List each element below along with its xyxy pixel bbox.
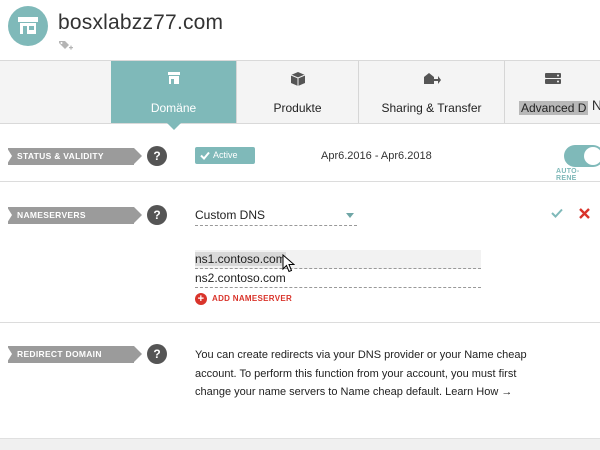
add-plus-icon: + bbox=[195, 293, 207, 305]
tab-advanced-dns[interactable]: Advanced D N bbox=[504, 61, 600, 123]
tab-products[interactable]: Produkte bbox=[236, 61, 358, 123]
redirect-help-icon[interactable]: ? bbox=[147, 344, 167, 364]
tab-advanced-dns-label: Advanced D bbox=[519, 101, 589, 115]
redirect-description: You can create redirects via your DNS pr… bbox=[195, 346, 540, 402]
nameserver-2-input[interactable]: ns2.contoso.com bbox=[195, 269, 481, 288]
redirect-line-3[interactable]: change your name servers to Name cheap d… bbox=[195, 383, 540, 402]
server-icon bbox=[544, 73, 561, 84]
redirect-line-1: You can create redirects via your DNS pr… bbox=[195, 349, 527, 361]
add-nameserver-button[interactable]: + ADD NAMESERVER bbox=[195, 292, 292, 306]
toggle-knob bbox=[584, 147, 600, 165]
dns-type-value: Custom DNS bbox=[195, 208, 266, 222]
tab-overflow-text: N bbox=[591, 97, 600, 113]
redirect-domain-ribbon: REDIRECT DOMAIN bbox=[7, 346, 142, 363]
cancel-close-icon[interactable] bbox=[579, 208, 590, 219]
tag-add-icon[interactable] bbox=[58, 40, 74, 52]
share-transfer-icon bbox=[423, 73, 441, 84]
status-validity-ribbon: STATUS & VALIDITY bbox=[7, 148, 142, 165]
domain-title: bosxlabzz77.com bbox=[58, 11, 224, 34]
tab-sharing-transfer-label: Sharing & Transfer bbox=[381, 101, 482, 115]
tab-bar: Domäne Produkte Sharing & Transfer Advan… bbox=[0, 60, 600, 130]
check-badge-icon bbox=[200, 151, 210, 160]
nameserver-2-value: ns2.contoso.com bbox=[195, 271, 286, 285]
tab-products-label: Produkte bbox=[273, 101, 322, 115]
nameservers-help-icon[interactable]: ? bbox=[147, 205, 167, 225]
section-divider bbox=[0, 322, 600, 323]
header: bosxlabzz77.com bbox=[0, 0, 600, 60]
tab-sharing-transfer[interactable]: Sharing & Transfer bbox=[358, 61, 504, 123]
store-icon bbox=[167, 72, 180, 84]
box-icon bbox=[290, 72, 305, 86]
tab-domain-label: Domäne bbox=[150, 101, 197, 115]
confirm-check-icon[interactable] bbox=[551, 208, 563, 218]
status-help-icon[interactable]: ? bbox=[147, 146, 167, 166]
redirect-line-2: account. To perform this function from y… bbox=[195, 367, 517, 380]
section-divider bbox=[0, 181, 600, 182]
auto-renew-label: AUTO-RENE bbox=[556, 168, 580, 182]
tab-domain[interactable]: Domäne bbox=[111, 61, 236, 130]
nameserver-1-input[interactable]: ns1.contoso.com bbox=[195, 250, 481, 269]
nameserver-1-value: ns1.contoso.com bbox=[195, 252, 286, 266]
validity-dates: Apr6.2016 - Apr6.2018 bbox=[321, 150, 432, 162]
bottom-bar bbox=[0, 438, 600, 450]
auto-renew-toggle[interactable] bbox=[564, 145, 600, 167]
dns-type-select[interactable]: Custom DNS bbox=[195, 206, 357, 226]
active-status-badge: Active bbox=[195, 147, 255, 164]
store-logo-icon bbox=[8, 6, 48, 46]
chevron-down-icon bbox=[346, 213, 354, 218]
active-status-label: Active bbox=[213, 150, 238, 160]
add-nameserver-label: ADD NAMESERVER bbox=[212, 294, 293, 303]
nameservers-ribbon: NAMESERVERS bbox=[7, 207, 142, 224]
